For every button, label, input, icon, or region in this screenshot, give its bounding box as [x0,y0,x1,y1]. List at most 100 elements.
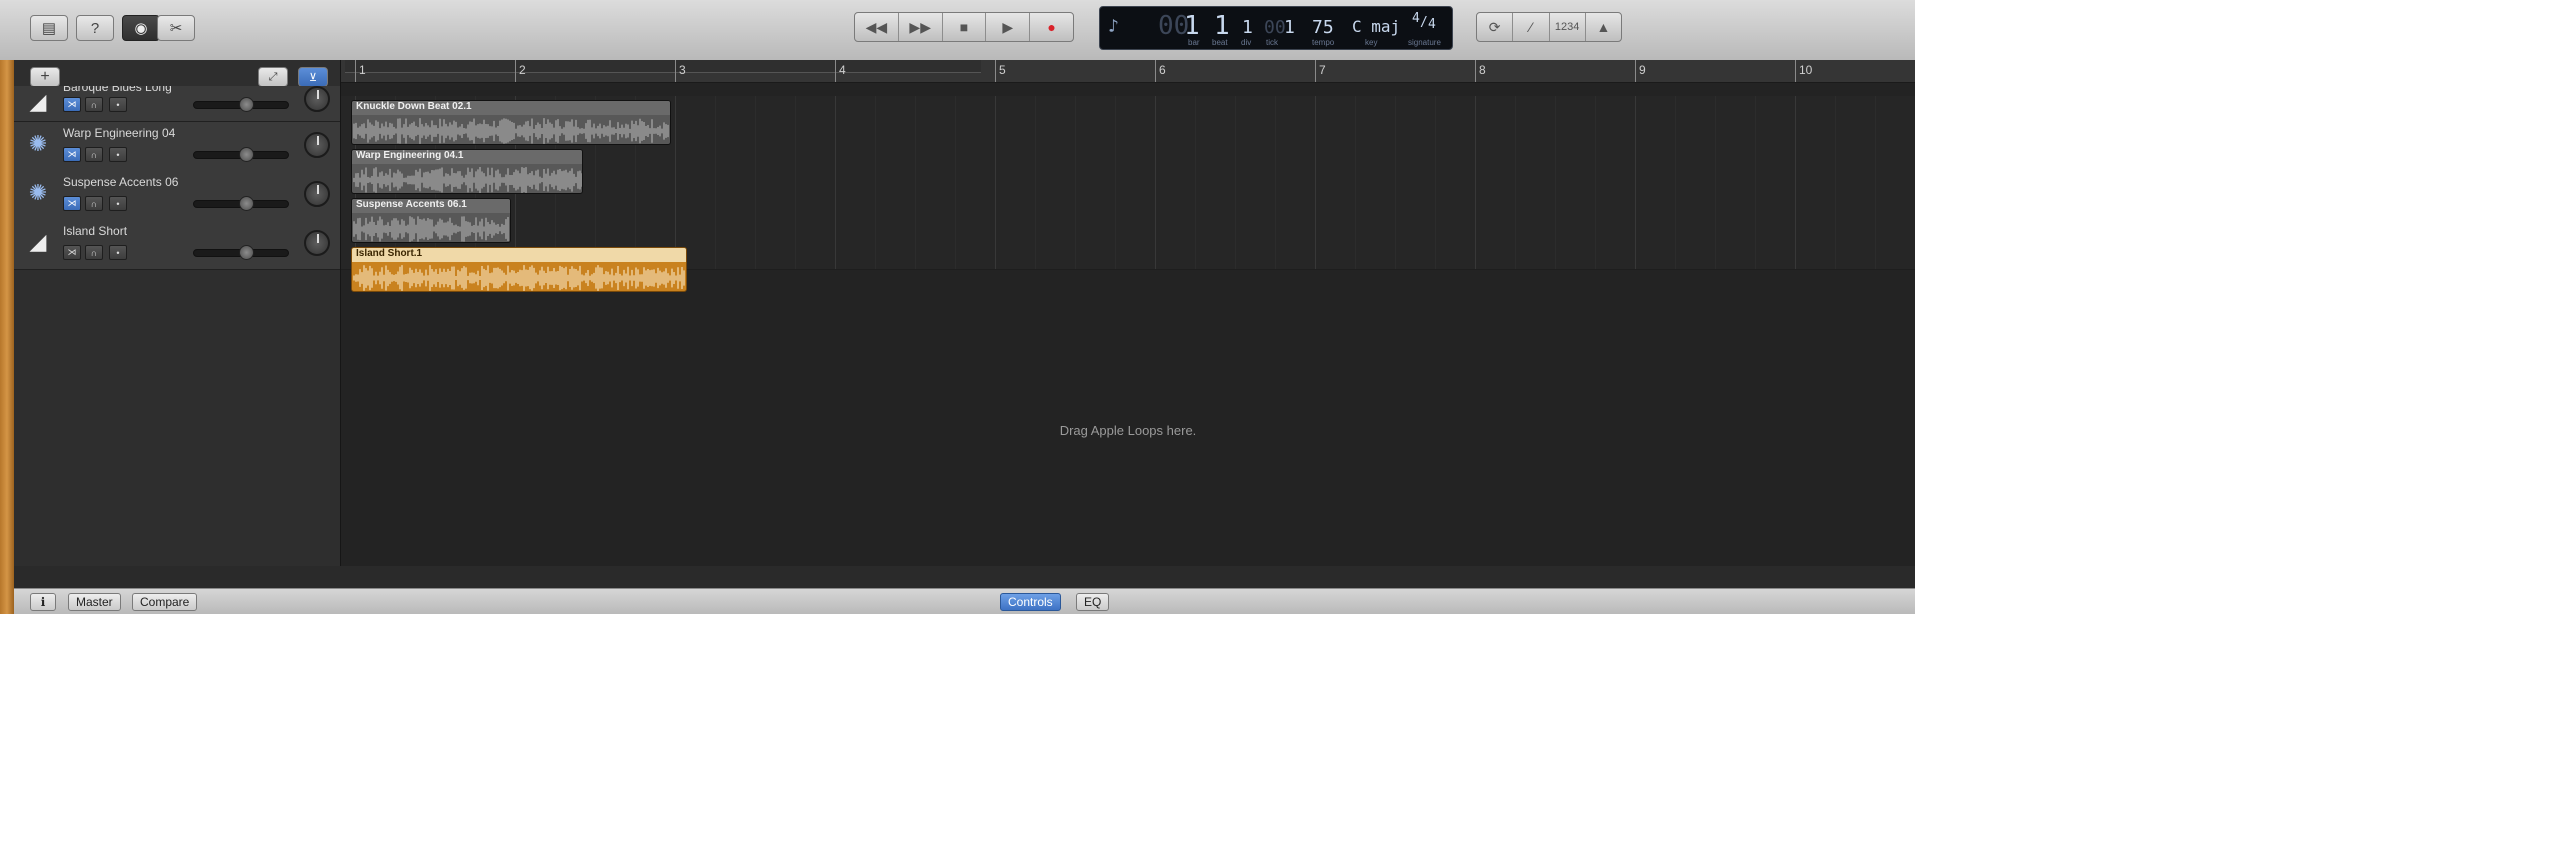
compare-button[interactable]: Compare [132,593,198,611]
bar-number: 3 [679,63,686,77]
solo-headphones-icon[interactable]: ∩ [85,245,103,260]
audio-region[interactable]: Knuckle Down Beat 02.1 [351,100,671,145]
tab-controls[interactable]: Controls [1000,593,1061,611]
solo-headphones-icon[interactable]: ∩ [85,147,103,162]
bar-number: 5 [999,63,1006,77]
lcd-key: C maj [1352,17,1401,36]
editors-icon[interactable]: ✂ [157,15,195,41]
audio-region[interactable]: Suspense Accents 06.1 [351,198,511,243]
grid-line [1515,96,1516,269]
grid-line [1355,96,1356,269]
lcd-display[interactable]: ♪ 00 1 1 1 00 1 75 C maj 4 / 4 bar beat … [1099,6,1453,50]
volume-slider[interactable] [193,97,289,112]
audio-region-selected[interactable]: Island Short.1 [351,247,687,292]
lcd-label-tick: tick [1266,38,1278,47]
pan-knob[interactable] [304,181,330,207]
lcd-beat: 1 [1214,11,1230,41]
pan-knob[interactable] [304,132,330,158]
grid-line [915,96,916,269]
master-button[interactable]: Master [68,593,121,611]
track-row[interactable]: ✺ Warp Engineering 04 ⋊ ∩ • [14,122,340,172]
lcd-signature-bottom: 4 [1428,17,1436,32]
smart-controls-icon[interactable]: ◉ [122,15,160,41]
record-enable-button[interactable]: • [109,97,127,112]
record-enable-button[interactable]: • [109,147,127,162]
play-icon[interactable]: ▶ [986,13,1031,41]
track-name: Island Short [63,224,128,238]
volume-slider-knob[interactable] [238,245,254,260]
grid-line [715,96,716,269]
pan-knob[interactable] [304,230,330,256]
help-icon[interactable]: ? [76,15,114,41]
track-row[interactable]: ◢ Island Short ⋊ ∩ • [14,220,340,270]
grid-line [1755,96,1756,269]
region-name: Warp Engineering 04.1 [352,150,582,164]
audio-region[interactable]: Warp Engineering 04.1 [351,149,583,194]
bar-number: 6 [1159,63,1166,77]
record-enable-button[interactable]: • [109,196,127,211]
grid-line [755,96,756,269]
waveform [353,216,509,242]
grid-line [1315,96,1316,269]
volume-slider-knob[interactable] [238,97,254,112]
volume-slider[interactable] [193,147,289,162]
info-icon[interactable]: ℹ [30,593,56,611]
lcd-label-beat: beat [1212,38,1228,47]
bar-number: 4 [839,63,846,77]
tab-eq[interactable]: EQ [1076,593,1110,611]
bar-tick [515,60,516,82]
automation-icon[interactable]: ⤢ [258,67,288,87]
record-enable-button[interactable]: • [109,245,127,260]
grid-line [1835,96,1836,269]
cycle-icon[interactable]: ⟳ [1477,13,1514,41]
lcd-signature-slash: / [1420,15,1428,30]
cycle-range[interactable] [345,60,981,73]
track-row[interactable]: ◢ Baroque Blues Long ⋊ ∩ • [14,86,340,122]
add-track-button[interactable]: + [30,67,60,87]
grid-line [1275,96,1276,269]
volume-slider-knob[interactable] [238,196,254,211]
horn-icon: ◢ [29,229,47,254]
grid-line [1555,96,1556,269]
count-in-icon[interactable]: 1234 [1550,13,1586,41]
bar-tick [355,60,356,82]
track-name: Baroque Blues Long [63,86,172,94]
rewind-icon[interactable]: ◀◀ [855,13,899,41]
mute-button[interactable]: ⋊ [63,147,81,162]
tuner-icon[interactable]: ⁄ [1513,13,1550,41]
solo-headphones-icon[interactable]: ∩ [85,97,103,112]
bar-number: 7 [1319,63,1326,77]
timeline-ruler[interactable]: 1 2 3 4 5 6 7 8 9 10 [341,60,1915,83]
volume-slider[interactable] [193,245,289,260]
track-name: Suspense Accents 06 [63,175,179,189]
mute-button[interactable]: ⋊ [63,196,81,211]
library-icon[interactable]: ▤ [30,15,68,41]
grid-line [1035,96,1036,269]
mute-button[interactable]: ⋊ [63,97,81,112]
transport-controls: ◀◀ ▶▶ ■ ▶ ● [854,12,1074,42]
arrange-area[interactable]: 1 2 3 4 5 6 7 8 9 10 Knuckle Down Beat 02.1 Warp … [341,60,1915,566]
lcd-label-bar: bar [1188,38,1200,47]
drag-loops-hint: Drag Apple Loops here. [1059,423,1197,438]
grid-line [1875,96,1876,269]
mode-controls: ⟳ ⁄ 1234 ▲ [1476,12,1622,42]
volume-slider-knob[interactable] [238,147,254,162]
track-row[interactable]: ✺ Suspense Accents 06 ⋊ ∩ • [14,171,340,221]
stop-icon[interactable]: ■ [943,13,987,41]
volume-slider[interactable] [193,196,289,211]
grid-line [795,96,796,269]
pan-knob[interactable] [304,86,330,112]
metronome-icon[interactable]: ▲ [1586,13,1621,41]
bar-tick [995,60,996,82]
record-icon[interactable]: ● [1030,13,1073,41]
fast-forward-icon[interactable]: ▶▶ [899,13,943,41]
filter-icon[interactable]: ⊻ [298,67,328,87]
mute-button[interactable]: ⋊ [63,245,81,260]
grid-line [1075,96,1076,269]
smart-controls-bar: ℹ Master Compare Controls EQ [14,588,1915,614]
solo-headphones-icon[interactable]: ∩ [85,196,103,211]
grid-line [1475,96,1476,269]
grid-line [1635,96,1636,269]
bar-number: 8 [1479,63,1486,77]
bar-number: 1 [359,63,366,77]
